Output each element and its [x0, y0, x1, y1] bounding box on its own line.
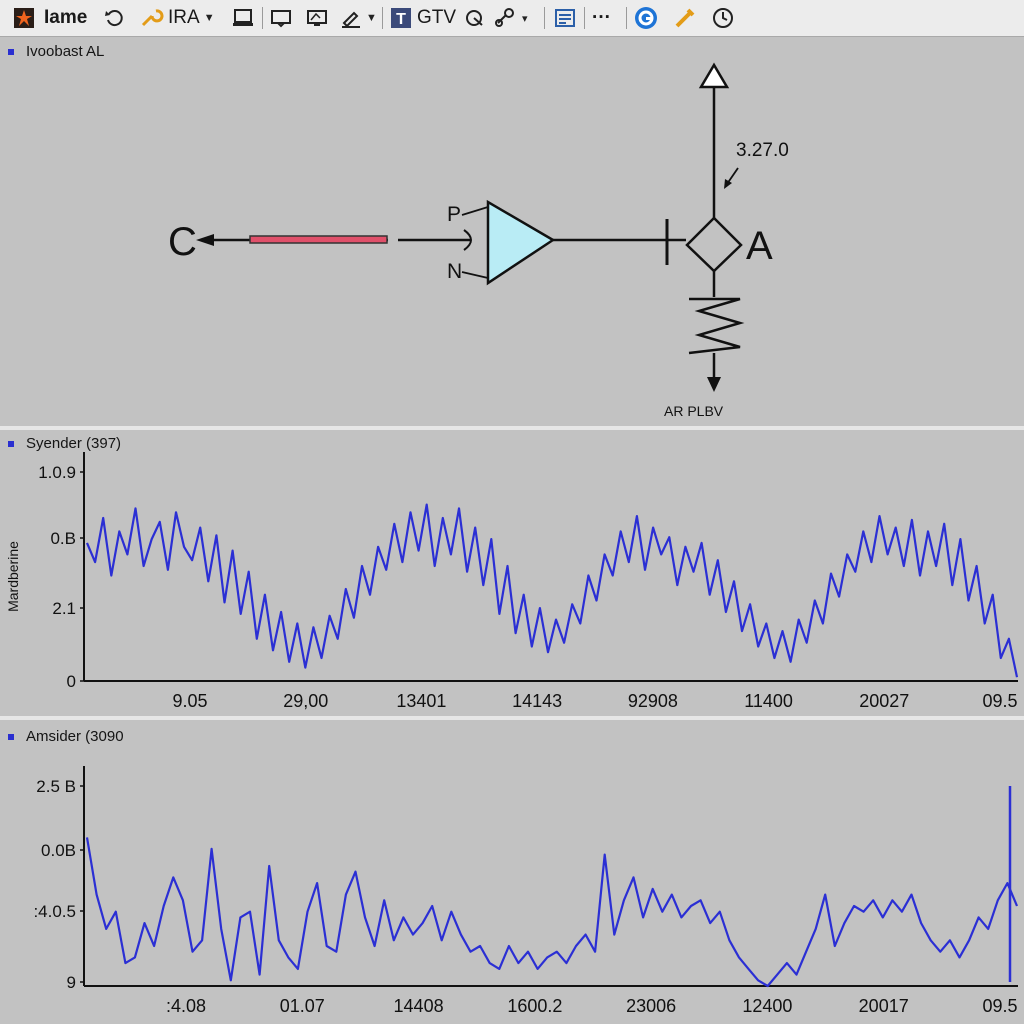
- window-icon[interactable]: [270, 0, 292, 36]
- label-p: P: [447, 203, 461, 226]
- app-logo-icon[interactable]: [14, 0, 34, 36]
- label-c: C: [168, 220, 197, 264]
- ira-label: IRA: [168, 7, 200, 28]
- chart1-plot: 1.0.9 0.B 2.1 0 9.05 29,00 13401 14143 92908 1140…: [5, 452, 1019, 711]
- y-tick-label: 2.1: [52, 599, 76, 618]
- x-tick-label: 9.05: [172, 691, 207, 711]
- chart-icon[interactable]: [554, 0, 576, 36]
- x-tick-label: :4.08: [166, 996, 206, 1016]
- x-tick-label: 29,00: [283, 691, 328, 711]
- y-tick-label: :4.0.5: [33, 902, 76, 921]
- x-tick-label: 09.5: [982, 996, 1017, 1016]
- y-tick-label: 9: [67, 973, 76, 992]
- more-button[interactable]: ···: [592, 0, 611, 36]
- x-tick-label: 13401: [396, 691, 446, 711]
- text-tool-icon[interactable]: T: [390, 0, 412, 36]
- ira-menu-button[interactable]: IRA ▼: [168, 0, 215, 36]
- toolbar: Iame IRA ▼ ▼ T GTV ▾ ···: [0, 0, 1024, 37]
- x-tick-label: 23006: [626, 996, 676, 1016]
- label-a: A: [746, 224, 773, 268]
- x-tick-label: 1600.2: [507, 996, 562, 1016]
- chevron-down-icon: ▾: [522, 12, 528, 25]
- x-tick-label: 92908: [628, 691, 678, 711]
- series-line: [85, 503, 1019, 678]
- y-axis-label: Mardberine: [5, 541, 21, 612]
- chart1-panel: Syender (397) 1.0.9 0.B 2.1 0 9.05 29,00 13401…: [0, 430, 1024, 716]
- refresh-icon[interactable]: [104, 0, 126, 36]
- wrench-icon[interactable]: [140, 0, 164, 36]
- x-tick-label: 09.5: [982, 691, 1017, 711]
- pen-menu-button[interactable]: ▼: [340, 0, 377, 36]
- x-tick-label: 14143: [512, 691, 562, 711]
- x-tick-label: 14408: [394, 996, 444, 1016]
- ground-coil: [688, 297, 745, 355]
- tool-icon[interactable]: [674, 0, 696, 36]
- resistor: [249, 235, 388, 244]
- link-icon: [495, 8, 514, 27]
- y-tick-label: 0.0B: [41, 841, 76, 860]
- pen-icon: [342, 11, 360, 28]
- y-tick-label: 0: [67, 672, 76, 691]
- clock-icon[interactable]: [712, 0, 734, 36]
- schematic-panel: Ivoobast AL C P N A 3.27.0 AR PLBV: [0, 37, 1024, 426]
- x-tick-label: 20017: [859, 996, 909, 1016]
- app-name: Iame: [44, 7, 88, 28]
- label-n: N: [447, 260, 462, 283]
- monitor-icon[interactable]: [232, 0, 254, 36]
- node-diamond: [685, 216, 743, 273]
- browser-icon[interactable]: [634, 0, 658, 36]
- pointer-icon[interactable]: [464, 0, 486, 36]
- chart2-panel: Amsider (3090 2.5 B 0.0B:4.0.5 9:4.08 01.07…: [0, 720, 1024, 1024]
- x-tick-label: 11400: [744, 691, 793, 711]
- link-menu-button[interactable]: ▾: [494, 0, 528, 36]
- gtv-button[interactable]: GTV: [417, 0, 456, 36]
- x-tick-label: 20027: [859, 691, 909, 711]
- series-line: [85, 837, 1019, 988]
- arrowhead-up-icon: [698, 62, 730, 89]
- x-tick-label: 01.07: [280, 996, 325, 1016]
- ground-label: AR PLBV: [664, 403, 724, 419]
- chart2-plot: 2.5 B 0.0B :4.0.5 9 :4.08 01.07 14408 1600.2 230…: [33, 766, 1019, 1016]
- value-label: 3.27.0: [736, 140, 789, 161]
- svg-text:T: T: [396, 11, 406, 28]
- y-tick-label: 2.5 B: [36, 777, 76, 796]
- x-tick-label: 12400: [742, 996, 792, 1016]
- arrowhead-left-icon: [196, 234, 214, 246]
- arrowhead-down-icon: [707, 377, 721, 392]
- chevron-down-icon: ▼: [366, 12, 377, 24]
- display-icon[interactable]: [306, 0, 328, 36]
- amplifier: [486, 199, 556, 286]
- chevron-down-icon: ▼: [203, 12, 215, 24]
- y-tick-label: 0.B: [50, 529, 76, 548]
- schematic-canvas: C P N A 3.27.0 AR PLBV: [168, 62, 789, 419]
- y-tick-label: 1.0.9: [38, 463, 76, 482]
